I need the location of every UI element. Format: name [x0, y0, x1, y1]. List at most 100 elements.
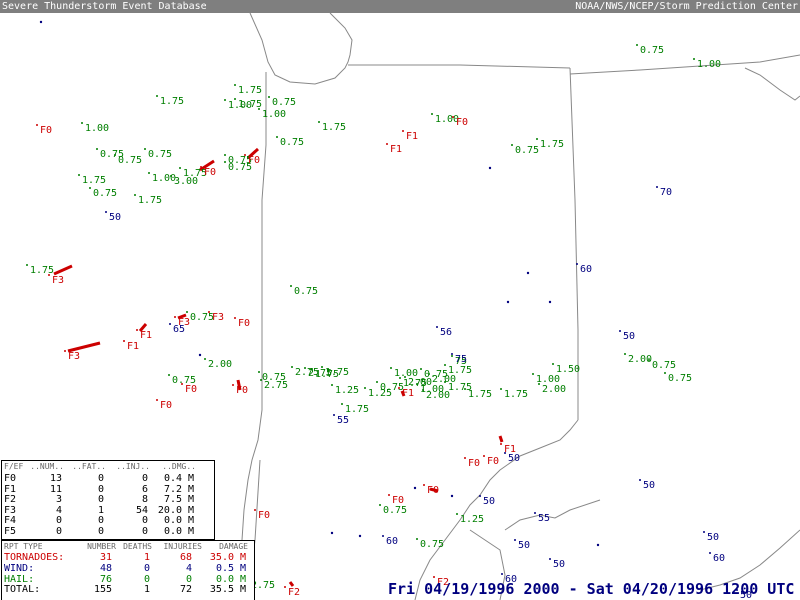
report-dot: [526, 271, 530, 275]
col-header-damage: ..DMG..: [162, 462, 196, 471]
hail-report-dot: [399, 377, 401, 379]
summary-damage: 35.0: [209, 552, 234, 563]
tornado-report-label: F0: [468, 458, 480, 469]
hail-report-label: 0.75: [515, 145, 539, 156]
report-dot: [39, 20, 43, 24]
tornado-report-dot: [136, 329, 138, 331]
hail-report-label: 1.75: [322, 122, 346, 133]
report-dot: [596, 543, 600, 547]
tornado-report-dot: [464, 457, 466, 459]
tornado-report-label: F0: [238, 318, 250, 329]
wind-report-dot: [382, 535, 384, 537]
hail-report-dot: [379, 504, 381, 506]
wind-report-label: 50: [643, 480, 655, 491]
summary-damage: 35.5: [209, 584, 234, 596]
hail-report-label: 1.75: [138, 195, 162, 206]
fscale-injuries: 0: [141, 473, 148, 484]
col-header-deaths: DEATHS: [123, 542, 152, 551]
hail-report-dot: [538, 383, 540, 385]
spc-storm-map: { "header": { "left_title": "Severe Thun…: [0, 0, 800, 600]
fscale-rating: F5: [4, 526, 17, 537]
summary-injuries: 68: [179, 552, 192, 563]
wind-report-label: 56: [440, 327, 452, 338]
col-header-fatalities: ..FAT..: [72, 462, 106, 471]
report-dot: [198, 353, 202, 357]
hail-report-dot: [144, 148, 146, 150]
hail-report-label: 1.75: [468, 389, 492, 400]
tornado-report-dot: [398, 387, 400, 389]
summary-injuries: 4: [185, 562, 192, 574]
tornado-report-dot: [500, 443, 502, 445]
tornado-report-label: F0: [258, 510, 270, 521]
fscale-damage: 0.0: [163, 526, 182, 537]
tornado-report-label: F1: [402, 388, 414, 399]
tornado-report-label: F3: [178, 317, 190, 328]
fscale-unit: M: [188, 473, 195, 484]
col-header-number: NUMBER: [87, 542, 116, 551]
hail-report-dot: [260, 379, 262, 381]
col-header-injuries: INJURIES: [163, 542, 202, 551]
summary-injuries: 72: [179, 584, 192, 596]
wind-report-dot: [576, 263, 578, 265]
fscale-number: 13: [49, 473, 62, 484]
wind-report-dot: [709, 552, 711, 554]
summary-number: 31: [99, 552, 112, 563]
hail-report-dot: [500, 388, 502, 390]
hail-report-dot: [693, 58, 695, 60]
hail-report-label: 0.75: [668, 373, 692, 384]
fscale-row: F3 4 1 54 20.0 M: [2, 505, 214, 517]
wind-report-dot: [534, 512, 536, 514]
fscale-summary-table: F/EF ..NUM.. ..FAT.. ..INJ.. ..DMG.. F0 13 0 0 0.…: [1, 460, 215, 540]
hail-report-label: 2.00: [426, 390, 450, 401]
tornado-report-dot: [208, 311, 210, 313]
report-dot: [450, 494, 454, 498]
tornado-report-label: F0: [456, 117, 468, 128]
hail-report-label: 1.50: [556, 364, 580, 375]
hail-report-dot: [420, 368, 422, 370]
hail-report-dot: [416, 538, 418, 540]
tornado-report-label: F1: [406, 131, 418, 142]
tornado-report-label: F0: [248, 155, 260, 166]
hail-report-dot: [268, 96, 270, 98]
tornado-track: [498, 435, 504, 443]
fscale-row: F4 0 0 0 0.0 M: [2, 516, 214, 527]
tornado-report-label: F3: [68, 351, 80, 362]
title-bar: Severe Thunderstorm Event Database NOAA/…: [0, 0, 800, 13]
lake-erie-shore: [744, 67, 800, 101]
tornado-report-label: F0: [40, 125, 52, 136]
tornado-report-label: F1: [127, 341, 139, 352]
wind-report-label: 50: [553, 559, 565, 570]
report-dot: [330, 531, 334, 535]
summary-deaths: 1: [143, 552, 150, 563]
wind-report-dot: [549, 558, 551, 560]
tornado-report-dot: [452, 116, 454, 118]
hail-report-label: 1.00: [152, 173, 176, 184]
summary-type: WIND:: [4, 562, 35, 574]
hail-report-dot: [624, 353, 626, 355]
hail-report-dot: [204, 358, 206, 360]
hail-report-dot: [26, 264, 28, 266]
tornado-report-dot: [123, 340, 125, 342]
wind-report-label: 75: [455, 354, 467, 365]
hail-report-dot: [311, 368, 313, 370]
hail-report-label: 1.25: [368, 388, 392, 399]
hail-report-dot: [304, 367, 306, 369]
col-header-damage: DAMAGE: [219, 542, 248, 551]
hail-report-label: 0.75: [272, 97, 296, 108]
fscale-fatalities: 0: [97, 473, 104, 484]
wind-report-dot: [451, 353, 453, 355]
tornado-report-label: F1: [140, 330, 152, 341]
wind-report-dot: [619, 330, 621, 332]
hail-report-dot: [81, 122, 83, 124]
hail-report-dot: [444, 381, 446, 383]
summary-type: TOTAL:: [4, 584, 41, 596]
hail-report-dot: [376, 381, 378, 383]
summary-unit: M: [240, 562, 247, 574]
wind-report-dot: [656, 186, 658, 188]
hail-report-label: 1.25: [335, 385, 359, 396]
hail-report-label: 1.00: [85, 123, 109, 134]
summary-row: TOTAL: 155 1 72 35.5 M: [2, 585, 254, 596]
fscale-unit: M: [188, 526, 195, 537]
tornado-report-dot: [433, 576, 435, 578]
hail-report-dot: [224, 154, 226, 156]
